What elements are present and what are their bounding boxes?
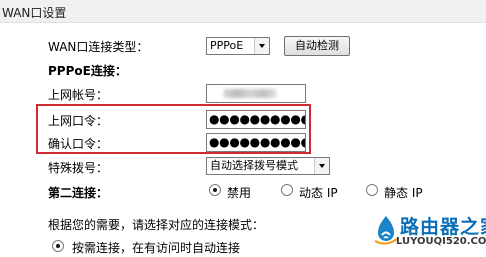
radio-on-demand[interactable] [52,240,64,252]
chevron-down-icon [314,158,329,174]
watermark-text: 路由器之家 [400,216,486,238]
account-label: 上网帐号： [48,88,109,102]
radio-disable[interactable] [209,184,221,196]
radio-on-demand-label: 按需连接，在有访问时自动连接 [72,241,241,255]
radio-static-ip[interactable] [366,184,378,196]
wan-type-select[interactable]: PPPoE [206,37,270,55]
auto-detect-button[interactable]: 自动检测 [284,36,350,56]
dial-mode-value: 自动选择拨号模式 [210,159,298,172]
password-input[interactable]: ●●●●●●●●●●●●● [206,110,306,129]
account-input[interactable] [206,84,306,103]
radio-static-ip-label: 静态 IP [384,186,423,200]
blurred-account-value [223,89,277,98]
confirm-password-value: ●●●●●●●●●●●●● [209,135,305,149]
confirm-password-label: 确认口令： [48,137,109,151]
second-conn-label: 第二连接： [48,186,109,200]
pppoe-section-label: PPPoE连接： [48,64,127,78]
dial-label: 特殊拨号： [48,161,109,175]
password-value: ●●●●●●●●●●●●● [209,112,305,126]
title-bar: WAN口设置 [0,0,486,23]
radio-dynamic-ip-label: 动态 IP [299,186,338,200]
chevron-down-icon [254,38,269,54]
confirm-password-input[interactable]: ●●●●●●●●●●●●● [206,133,306,152]
wan-type-value: PPPoE [210,39,244,52]
dial-mode-select[interactable]: 自动选择拨号模式 [206,157,330,175]
page-title: WAN口设置 [2,6,67,20]
radio-dynamic-ip[interactable] [281,184,293,196]
mode-prompt: 根据您的需要，请选择对应的连接模式： [48,218,265,232]
password-label: 上网口令： [48,114,109,128]
radio-disable-label: 禁用 [227,186,252,200]
watermark-url: LUYOUQI520.COM [396,236,486,247]
wan-type-label: WAN口连接类型： [48,40,149,54]
